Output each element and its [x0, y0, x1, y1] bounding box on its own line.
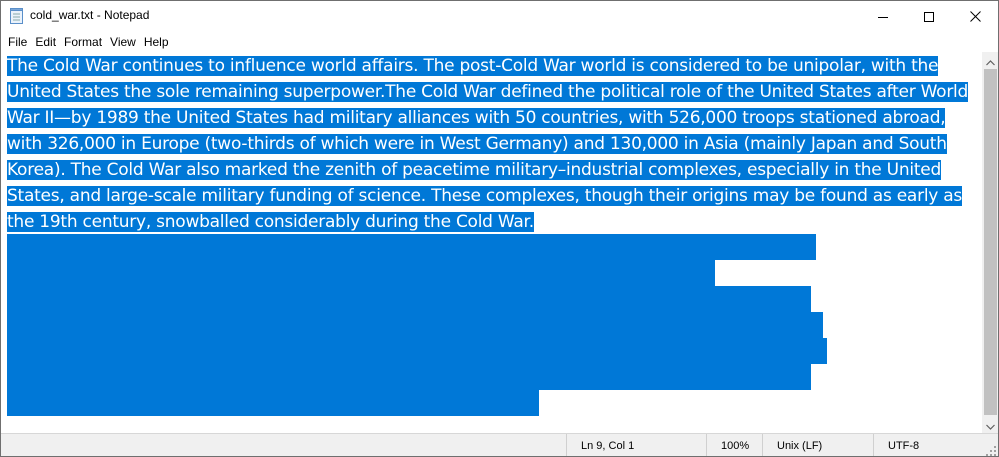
scroll-up-button[interactable] — [982, 51, 998, 70]
resize-grip-icon[interactable] — [986, 446, 996, 456]
minimize-icon — [878, 7, 888, 26]
menu-format[interactable]: Format — [64, 35, 110, 49]
text-editor[interactable]: The Cold War continues to influence worl… — [2, 52, 982, 433]
menu-help[interactable]: Help — [144, 35, 177, 49]
selection-line — [7, 364, 811, 390]
notepad-window: cold_war.txt - Notepad File Edit Format … — [0, 0, 999, 457]
close-icon — [969, 7, 981, 26]
selection-line — [7, 390, 539, 416]
menu-view[interactable]: View — [110, 35, 144, 49]
encoding: UTF-8 — [888, 440, 920, 452]
selected-text: The Cold War continues to influence worl… — [7, 56, 969, 232]
menu-bar: File Edit Format View Help — [1, 32, 998, 51]
minimize-button[interactable] — [860, 1, 906, 31]
status-position: Ln 9, Col 1 — [566, 434, 706, 456]
status-bar: Ln 9, Col 1 100% Unix (LF) UTF-8 — [1, 433, 998, 456]
chevron-up-icon — [986, 51, 995, 70]
selection-line — [7, 260, 715, 286]
close-button[interactable] — [952, 1, 998, 31]
window-title: cold_war.txt - Notepad — [30, 8, 150, 22]
status-zoom: 100% — [706, 434, 762, 456]
line-ending: Unix (LF) — [777, 440, 823, 452]
notepad-icon — [10, 8, 23, 24]
chevron-down-icon — [986, 415, 995, 434]
zoom-level: 100% — [721, 440, 750, 452]
selection-line — [7, 312, 823, 338]
selection-line — [7, 286, 811, 312]
menu-edit[interactable]: Edit — [35, 35, 64, 49]
status-line-ending: Unix (LF) — [762, 434, 873, 456]
selection-line — [7, 338, 827, 364]
maximize-icon — [924, 7, 934, 26]
menu-file[interactable]: File — [1, 35, 35, 49]
status-encoding: UTF-8 — [873, 434, 998, 456]
document-text: The Cold War continues to influence worl… — [7, 53, 979, 235]
maximize-button[interactable] — [906, 1, 952, 31]
selection-line — [7, 234, 816, 260]
scrollbar-thumb[interactable] — [984, 69, 997, 415]
title-bar[interactable]: cold_war.txt - Notepad — [1, 1, 998, 31]
vertical-scrollbar[interactable] — [982, 51, 998, 434]
cursor-position: Ln 9, Col 1 — [581, 440, 635, 452]
scroll-down-button[interactable] — [982, 415, 998, 434]
